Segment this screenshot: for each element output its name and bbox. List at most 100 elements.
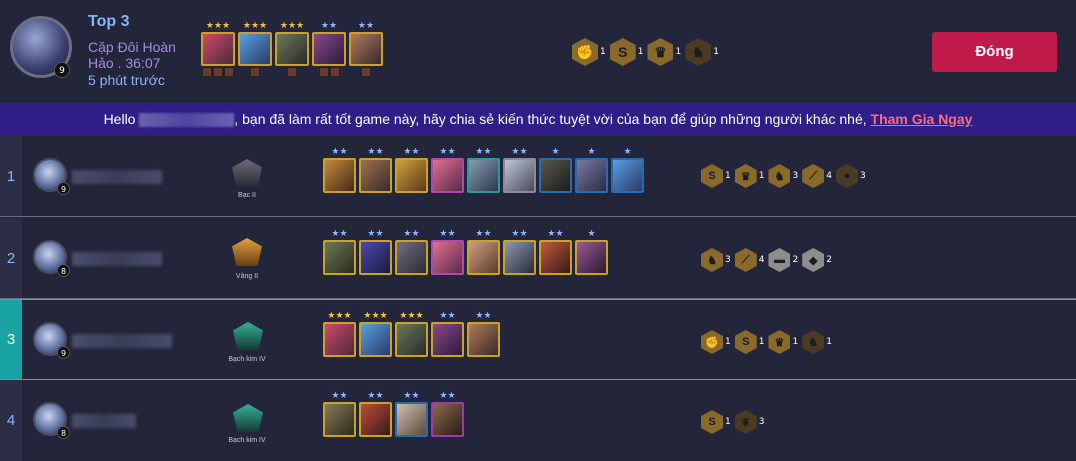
trait-badge[interactable]: ❦ 3 [734,410,764,434]
unit-slot[interactable]: ★★★ [238,18,272,77]
trait-count: 3 [859,171,866,181]
placement-title: Top 3 [88,13,130,30]
trait-badge[interactable]: S1 [701,164,731,188]
unit-slot[interactable]: ★ [611,144,644,204]
unit-stars: ★★ [331,228,348,238]
trait-count: 1 [675,47,682,57]
player-row[interactable]: 4 8 Bạch kim IV ★★ ★★ ★★ ★★ S1 ❦ 3 [0,380,1076,461]
trait-count: 3 [725,255,731,265]
player-row-current[interactable]: 3 9 Bạch kim IV ★★★ ★★★ ★★★ ★★ ★★ ✊ 1 S1 … [0,299,1076,380]
join-now-link[interactable]: Tham Gia Ngay [871,111,973,127]
unit-stars: ★★★ [279,20,305,30]
figure-icon: ♞ [768,164,791,188]
trait-badge[interactable]: ♛ 1 [647,38,681,66]
trait-badge[interactable]: ♛ 1 [734,164,764,188]
unit-slot[interactable]: ★★ [323,388,356,448]
figure-icon: ♞ [802,330,825,354]
unit-slot[interactable]: ★★ [359,226,392,286]
trait-badge[interactable]: S1 [609,38,643,66]
unit-stars: ★ [587,146,596,156]
trait-badge[interactable]: ✊ 1 [572,38,606,66]
platinum-rank-icon [233,404,263,432]
unit-slot[interactable]: ★★ [395,144,428,204]
trait-badge[interactable]: ♞ 3 [701,248,731,272]
unit-slot[interactable]: ★ [575,144,608,204]
unit-slot[interactable]: ★★ [503,144,536,204]
unit-slot[interactable]: ★★ [431,226,464,286]
trait-count: 1 [713,47,719,57]
trait-badge[interactable]: ♞ 1 [685,38,719,66]
champion-portrait [467,322,500,357]
trait-badge[interactable]: ✊ 1 [701,330,731,354]
swirl-icon: S [701,164,723,188]
champion-portrait [323,240,356,275]
bomb-icon: ● [835,164,858,188]
unit-slot[interactable]: ★★ [395,226,428,286]
trait-count: 1 [725,337,731,347]
rank-label: Bạch kim IV [228,437,266,444]
unit-slot[interactable]: ★★ [323,226,356,286]
unit-stars: ★★ [403,146,420,156]
trait-badge[interactable]: ♛ 1 [768,330,798,354]
item-icon [202,67,212,77]
trait-badge[interactable]: ● 3 [835,164,866,188]
unit-slot[interactable]: ★ [539,144,572,204]
trait-badge[interactable]: ◆ 2 [802,248,832,272]
unit-slot[interactable]: ★★ [359,388,392,448]
player-row[interactable]: 1 9 Bạc II ★★ ★★ ★★ ★★ ★★ ★★ ★ ★ ★ S1 ♛ 1… [0,136,1076,217]
trait-badge[interactable]: S1 [734,330,764,354]
trait-badge[interactable]: ⟋ 4 [734,248,765,272]
unit-slot[interactable]: ★★★ [323,308,356,368]
unit-slot[interactable]: ★★ [431,388,464,448]
gold-rank-icon [232,238,262,266]
unit-slot[interactable]: ★★★ [395,308,428,368]
unit-slot[interactable]: ★★ [395,388,428,448]
unit-stars: ★★ [403,390,420,400]
trait-badge[interactable]: ♞ 3 [768,164,798,188]
unit-slot[interactable]: ★★ [431,308,464,368]
unit-stars: ★★ [547,228,564,238]
unit-slot[interactable]: ★★ [312,18,346,77]
champion-portrait [539,240,572,275]
item-icon [329,67,340,77]
close-button[interactable]: Đóng [932,32,1057,72]
unit-slot[interactable]: ★★ [467,308,500,368]
trait-badge[interactable]: S1 [701,410,731,434]
avatar: 9 [33,158,70,195]
unit-slot[interactable]: ★★★ [275,18,309,77]
trait-badge[interactable]: ⟋ 4 [802,164,832,188]
banner-message: , bạn đã làm rất tốt game này, hãy chia … [234,111,867,127]
unit-slot[interactable]: ★★ [539,226,572,286]
trait-count: 4 [758,255,765,265]
unit-slot[interactable]: ★★ [323,144,356,204]
unit-slot[interactable]: ★★ [467,226,500,286]
unit-slot[interactable]: ★★ [431,144,464,204]
unit-slot[interactable]: ★★ [467,144,500,204]
unit-stars: ★★ [439,390,456,400]
rank-number: 1 [0,136,22,216]
trait-count: 1 [725,417,731,427]
unit-slot[interactable]: ★★ [349,18,383,77]
figure-icon: ♞ [685,38,712,66]
player-row[interactable]: 2 8 Vàng II ★★ ★★ ★★ ★★ ★★ ★★ ★★ ★ ♞ 3 ⟋ 4… [0,218,1076,299]
row-units: ★★ ★★ ★★ ★★ [323,388,464,448]
trait-count: 1 [725,171,731,181]
rank-number: 4 [0,380,22,461]
level-badge: 9 [57,346,70,359]
header-traits: ✊ 1 S1 ♛ 1 ♞ 1 [572,38,719,66]
item-icon [318,67,329,77]
trait-count: 1 [826,337,832,347]
unit-stars: ★★ [439,310,456,320]
unit-slot[interactable]: ★ [575,226,608,286]
unit-slot[interactable]: ★★ [503,226,536,286]
unit-slot[interactable]: ★★★ [359,308,392,368]
unit-stars: ★ [587,228,596,238]
rank-number: 2 [0,218,22,298]
unit-slot[interactable]: ★★ [359,144,392,204]
trait-badge[interactable]: ♞ 1 [802,330,832,354]
champion-portrait [395,402,428,437]
unit-slot[interactable]: ★★★ [201,18,235,77]
trait-badge[interactable]: ▬ 2 [768,248,798,272]
champion-portrait [431,158,464,193]
champion-portrait [467,240,500,275]
